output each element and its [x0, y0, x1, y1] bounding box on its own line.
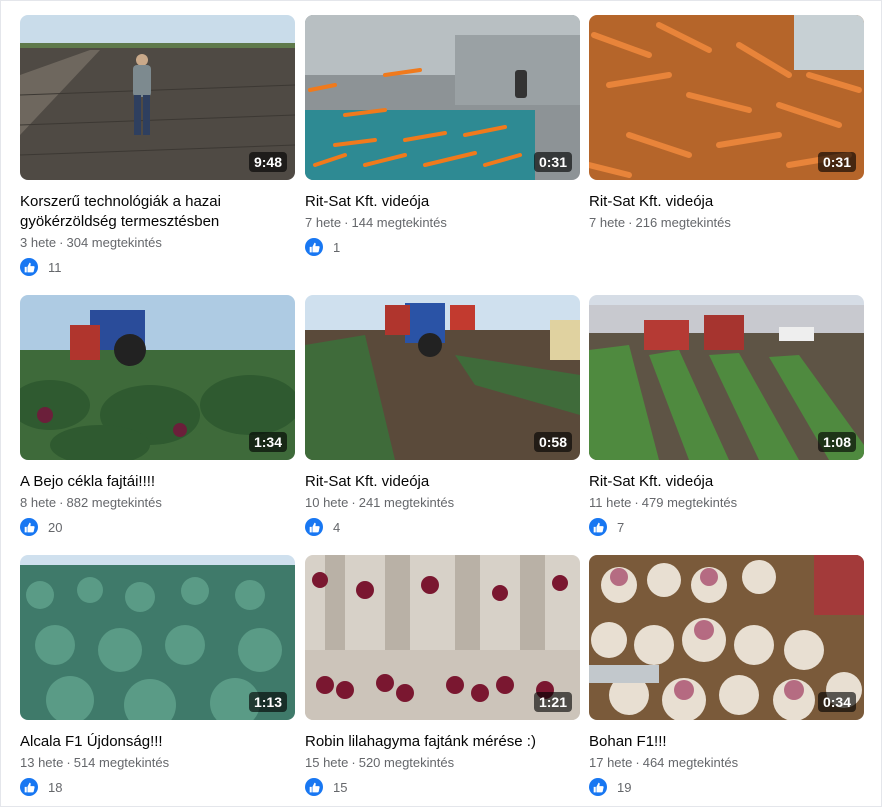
view-count: 464 megtekintés	[642, 755, 739, 770]
video-card[interactable]: 9:48 Korszerű technológiák a hazai gyöké…	[20, 15, 295, 276]
like-summary[interactable]: 1	[305, 238, 580, 256]
separator-dot: ·	[344, 215, 349, 230]
like-summary[interactable]: 7	[589, 518, 864, 536]
video-thumbnail[interactable]: 1:13	[20, 555, 295, 720]
like-summary[interactable]: 15	[305, 778, 580, 796]
video-age: 13 hete	[20, 755, 64, 770]
video-title[interactable]: Rit-Sat Kft. videója	[305, 192, 580, 212]
like-count: 15	[333, 779, 348, 795]
video-thumbnail[interactable]: 0:58	[305, 295, 580, 460]
like-icon	[305, 518, 323, 536]
video-card[interactable]: 0:31 Rit-Sat Kft. videója 7 hete · 216 meg…	[589, 15, 864, 232]
view-count: 304 megtekintés	[66, 235, 162, 250]
video-meta: 7 hete · 216 megtekintés	[589, 214, 864, 232]
like-count: 20	[48, 519, 63, 535]
video-thumbnail[interactable]: 9:48	[20, 15, 295, 180]
duration-label: 0:58	[533, 432, 572, 452]
video-thumbnail[interactable]: 0:34	[589, 555, 864, 720]
video-meta: 17 hete · 464 megtekintés	[589, 754, 864, 772]
duration-label: 0:34	[817, 692, 856, 712]
video-meta: 15 hete · 520 megtekintés	[305, 754, 580, 772]
video-title[interactable]: A Bejo cékla fajtái!!!!	[20, 472, 295, 492]
duration-label: 0:31	[817, 152, 856, 172]
separator-dot: ·	[634, 495, 639, 510]
video-age: 3 hete	[20, 235, 57, 250]
video-meta: 11 hete · 479 megtekintés	[589, 494, 864, 512]
video-card[interactable]: 1:21 Robin lilahagyma fajtánk mérése :) …	[305, 555, 580, 796]
video-card[interactable]: 1:34 A Bejo cékla fajtái!!!! 8 hete · 882 …	[20, 295, 295, 536]
like-count: 11	[48, 259, 62, 275]
video-thumbnail[interactable]: 0:31	[305, 15, 580, 180]
like-count: 4	[333, 519, 341, 535]
video-age: 11 hete	[589, 495, 632, 510]
video-age: 7 hete	[305, 215, 342, 230]
like-count: 19	[617, 779, 632, 795]
video-thumbnail[interactable]: 0:31	[589, 15, 864, 180]
like-count: 7	[617, 519, 625, 535]
like-summary[interactable]: 18	[20, 778, 295, 796]
view-count: 479 megtekintés	[641, 495, 738, 510]
view-count: 241 megtekintés	[358, 495, 455, 510]
video-title[interactable]: Bohan F1!!!	[589, 732, 864, 752]
video-card[interactable]: 1:13 Alcala F1 Újdonság!!! 13 hete · 514 m…	[20, 555, 295, 796]
duration-label: 0:31	[533, 152, 572, 172]
duration-label: 1:21	[533, 692, 572, 712]
separator-dot: ·	[59, 235, 64, 250]
like-icon	[20, 518, 38, 536]
separator-dot: ·	[628, 215, 633, 230]
like-count: 1	[333, 239, 341, 255]
video-title[interactable]: Robin lilahagyma fajtánk mérése :)	[305, 732, 580, 752]
separator-dot: ·	[635, 755, 640, 770]
duration-label: 1:08	[817, 432, 856, 452]
video-age: 10 hete	[305, 495, 349, 510]
duration-label: 9:48	[248, 152, 287, 172]
like-icon	[589, 518, 607, 536]
like-icon	[20, 258, 38, 276]
view-count: 882 megtekintés	[66, 495, 162, 510]
view-count: 520 megtekintés	[358, 755, 455, 770]
separator-dot: ·	[59, 495, 64, 510]
video-title[interactable]: Korszerű technológiák a hazai gyökérzöld…	[20, 192, 295, 232]
video-age: 17 hete	[589, 755, 633, 770]
view-count: 216 megtekintés	[635, 215, 731, 230]
video-thumbnail[interactable]: 1:34	[20, 295, 295, 460]
video-card[interactable]: 0:34 Bohan F1!!! 17 hete · 464 megtekintés…	[589, 555, 864, 796]
separator-dot: ·	[66, 755, 71, 770]
video-meta: 13 hete · 514 megtekintés	[20, 754, 295, 772]
video-meta: 8 hete · 882 megtekintés	[20, 494, 295, 512]
video-thumbnail[interactable]: 1:08	[589, 295, 864, 460]
video-thumbnail[interactable]: 1:21	[305, 555, 580, 720]
like-count: 18	[48, 779, 63, 795]
video-title[interactable]: Alcala F1 Újdonság!!!	[20, 732, 295, 752]
separator-dot: ·	[351, 495, 356, 510]
video-card[interactable]: 0:31 Rit-Sat Kft. videója 7 hete · 144 meg…	[305, 15, 580, 256]
like-summary[interactable]: 4	[305, 518, 580, 536]
video-age: 8 hete	[20, 495, 57, 510]
video-meta: 10 hete · 241 megtekintés	[305, 494, 580, 512]
like-icon	[305, 778, 323, 796]
like-icon	[305, 238, 323, 256]
video-title[interactable]: Rit-Sat Kft. videója	[589, 472, 864, 492]
like-icon	[20, 778, 38, 796]
video-card[interactable]: 0:58 Rit-Sat Kft. videója 10 hete · 241 me…	[305, 295, 580, 536]
duration-label: 1:34	[248, 432, 287, 452]
like-summary[interactable]: 11	[20, 258, 295, 276]
like-summary[interactable]: 20	[20, 518, 295, 536]
video-title[interactable]: Rit-Sat Kft. videója	[589, 192, 864, 212]
video-age: 15 hete	[305, 755, 349, 770]
like-summary[interactable]: 19	[589, 778, 864, 796]
duration-label: 1:13	[248, 692, 287, 712]
view-count: 514 megtekintés	[73, 755, 170, 770]
video-age: 7 hete	[589, 215, 626, 230]
video-meta: 3 hete · 304 megtekintés	[20, 234, 295, 252]
separator-dot: ·	[351, 755, 356, 770]
video-meta: 7 hete · 144 megtekintés	[305, 214, 580, 232]
view-count: 144 megtekintés	[351, 215, 447, 230]
like-icon	[589, 778, 607, 796]
video-card[interactable]: 1:08 Rit-Sat Kft. videója 11 hete · 479 me…	[589, 295, 864, 536]
video-title[interactable]: Rit-Sat Kft. videója	[305, 472, 580, 492]
